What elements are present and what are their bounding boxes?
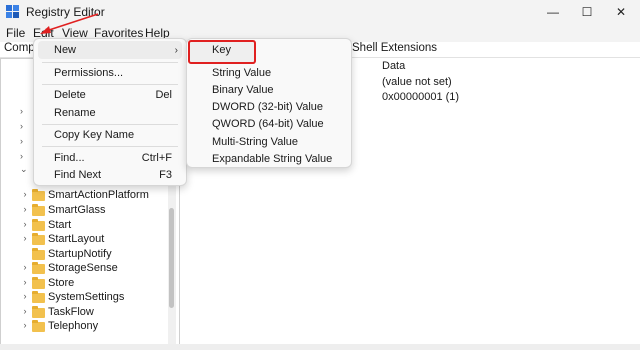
annotation-arrow-icon xyxy=(40,13,99,34)
registry-editor-window: Registry Editor — ☐ ✕ File Edit View Fav… xyxy=(0,0,640,350)
